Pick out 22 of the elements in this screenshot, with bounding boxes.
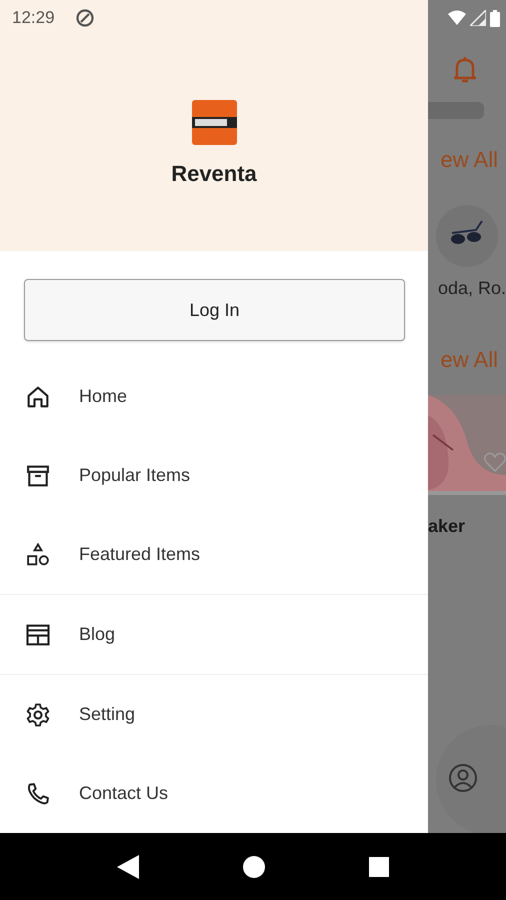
app-name: Reventa <box>171 160 257 188</box>
gear-icon <box>24 700 52 728</box>
category-label: oda, Ro. <box>438 277 506 300</box>
shapes-icon <box>24 540 52 568</box>
sunglasses-icon[interactable] <box>436 205 498 267</box>
home-button-icon[interactable] <box>243 856 265 878</box>
profile-icon[interactable] <box>448 763 478 793</box>
menu-item[interactable]: Contact Us <box>0 754 428 833</box>
signal-icon <box>470 10 486 26</box>
wifi-icon <box>448 10 466 26</box>
battery-icon <box>490 10 500 26</box>
menu-item[interactable]: Home <box>0 357 428 436</box>
logo-icon <box>192 100 236 145</box>
status-time: 12:29 <box>12 7 55 30</box>
menu-item[interactable]: Featured Items <box>0 515 428 594</box>
menu-item[interactable]: Popular Items <box>0 436 428 515</box>
product-name: aker <box>428 515 466 538</box>
menu-item[interactable]: Blog <box>0 595 428 674</box>
back-icon[interactable] <box>117 854 139 878</box>
menu-item[interactable]: Setting <box>0 675 428 754</box>
login-button[interactable]: Log In <box>24 279 405 341</box>
recents-icon[interactable] <box>369 856 389 876</box>
